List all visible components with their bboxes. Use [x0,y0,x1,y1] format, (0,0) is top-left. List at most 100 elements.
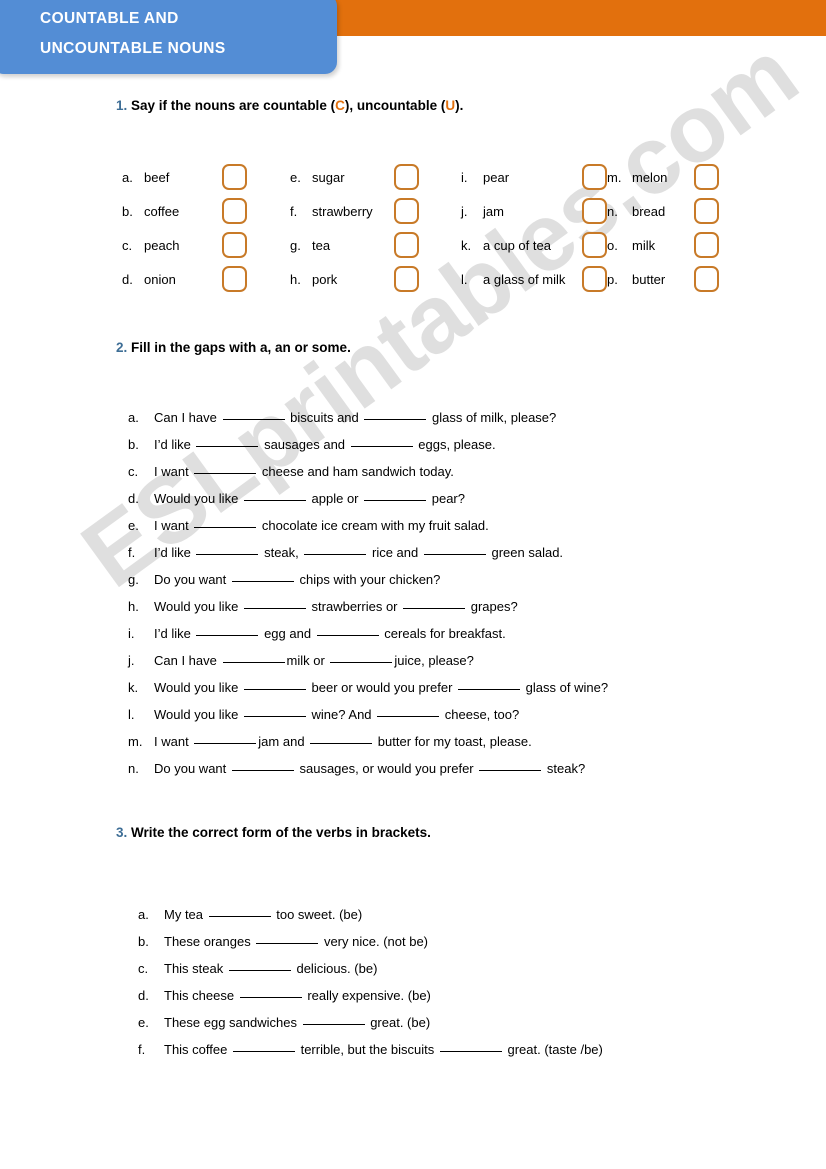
sentence-segment: Can I have [154,653,221,668]
exercise-2-list: a. Can I have biscuits and glass of milk,… [128,408,608,786]
list-item: d. This cheese really expensive. (be) [138,986,603,1013]
answer-blank[interactable] [228,959,291,971]
answer-checkbox[interactable] [582,232,607,258]
answer-blank[interactable] [196,435,259,447]
noun-label: tea [312,237,331,253]
noun-item: c. peach [122,228,290,262]
sentence-segment: Would you like [154,707,242,722]
answer-blank[interactable] [243,705,306,717]
sentence-segment: cereals for breakfast. [380,626,506,641]
item-letter: g. [128,572,139,587]
noun-label: bread [632,203,666,219]
answer-blank[interactable] [304,543,367,555]
sentence-segment: too sweet. (be) [272,907,363,922]
answer-checkbox[interactable] [694,232,719,258]
answer-blank[interactable] [439,1040,502,1052]
answer-blank[interactable] [350,435,413,447]
answer-blank[interactable] [239,986,302,998]
answer-blank[interactable] [479,759,542,771]
item-letter: h. [290,271,301,287]
answer-checkbox[interactable] [394,164,419,190]
item-letter: d. [128,491,139,506]
answer-blank[interactable] [243,678,306,690]
answer-blank[interactable] [364,489,427,501]
answer-checkbox[interactable] [582,164,607,190]
noun-label: beef [144,169,170,185]
sentence-text: This coffee terrible, but the biscuits g… [164,1040,603,1057]
answer-checkbox[interactable] [394,198,419,224]
noun-label: butter [632,271,666,287]
sentence-segment: egg and [260,626,315,641]
item-letter: i. [461,169,468,185]
item-letter: j. [461,203,468,219]
answer-blank[interactable] [377,705,440,717]
list-item: f. This coffee terrible, but the biscuits… [138,1040,603,1067]
exercise-3-list: a. My tea too sweet. (be) b. These oranges … [138,905,603,1067]
answer-blank[interactable] [222,651,285,663]
exercise-1-heading: 1. Say if the nouns are countable (C), u… [116,98,463,113]
noun-label: strawberry [312,203,373,219]
sentence-segment: glass of milk, please? [428,410,557,425]
answer-checkbox[interactable] [222,232,247,258]
answer-blank[interactable] [196,624,259,636]
item-letter: m. [128,734,143,749]
sentence-segment: cheese and ham sandwich today. [258,464,454,479]
answer-blank[interactable] [194,732,257,744]
answer-checkbox[interactable] [694,164,719,190]
answer-blank[interactable] [243,489,306,501]
answer-checkbox[interactable] [694,198,719,224]
sentence-segment: delicious. (be) [292,961,378,976]
answer-blank[interactable] [231,759,294,771]
answer-checkbox[interactable] [394,266,419,292]
answer-blank[interactable] [222,408,285,420]
answer-checkbox[interactable] [222,198,247,224]
answer-blank[interactable] [403,597,466,609]
answer-blank[interactable] [243,597,306,609]
answer-blank[interactable] [232,1040,295,1052]
answer-blank[interactable] [208,905,271,917]
item-letter: e. [128,518,139,533]
answer-checkbox[interactable] [582,266,607,292]
answer-blank[interactable] [364,408,427,420]
answer-checkbox[interactable] [222,266,247,292]
item-letter: c. [122,237,133,253]
answer-blank[interactable] [423,543,486,555]
noun-item: h. pork [290,262,461,296]
answer-checkbox[interactable] [394,232,419,258]
noun-label: jam [483,203,504,219]
sentence-segment: I’d like [154,437,195,452]
sentence-segment: beer or would you prefer [307,680,457,695]
sentence-text: This cheese really expensive. (be) [164,986,431,1003]
sentence-segment: I’d like [154,626,195,641]
answer-checkbox[interactable] [582,198,607,224]
answer-checkbox[interactable] [222,164,247,190]
answer-blank[interactable] [196,543,259,555]
sentence-segment: My tea [164,907,207,922]
item-letter: l. [128,707,135,722]
noun-item: e. sugar [290,160,461,194]
table-row: a. beef e. sugar i. pear m. melon [122,160,722,194]
answer-blank[interactable] [194,516,257,528]
sentence-segment: Do you want [154,761,230,776]
answer-blank[interactable] [310,732,373,744]
noun-item: j. jam [461,194,607,228]
noun-item: a. beef [122,160,290,194]
sentence-segment: juice, please? [394,653,474,668]
noun-label: milk [632,237,656,253]
answer-blank[interactable] [316,624,379,636]
sentence-segment: I want [154,518,193,533]
sentence-text: Can I have biscuits and glass of milk, p… [154,408,556,425]
answer-checkbox[interactable] [694,266,719,292]
answer-blank[interactable] [458,678,521,690]
answer-blank[interactable] [330,651,393,663]
sentence-text: These egg sandwiches great. (be) [164,1013,430,1030]
exercise-1-instruction-pre: Say if the nouns are countable ( [131,98,336,113]
answer-blank[interactable] [231,570,294,582]
sentence-segment: great. (be) [366,1015,431,1030]
answer-blank[interactable] [302,1013,365,1025]
item-letter: l. [461,271,468,287]
answer-blank[interactable] [194,462,257,474]
noun-label: melon [632,169,668,185]
sentence-segment: wine? And [307,707,376,722]
answer-blank[interactable] [256,932,319,944]
